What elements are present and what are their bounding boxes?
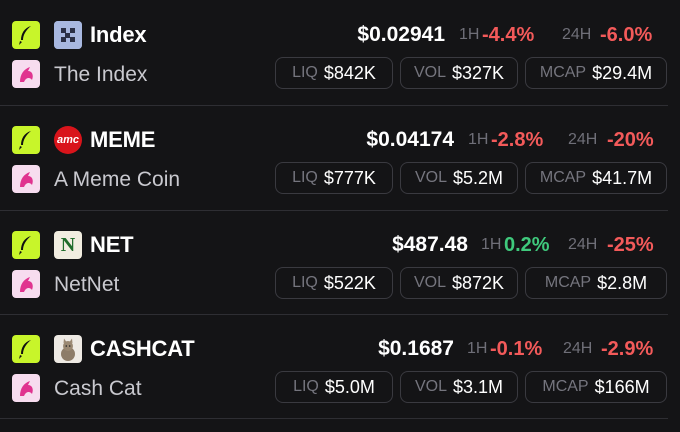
liq-value: $522K bbox=[323, 272, 376, 293]
mcap-label: MCAP bbox=[539, 64, 587, 81]
token-name: Cash Cat bbox=[54, 377, 142, 400]
24h-label: 24H bbox=[568, 131, 598, 148]
token-row[interactable]: amc MEME $0.04174 1H -2.8% 24H -20% A Me… bbox=[0, 106, 680, 210]
liq-value: $842K bbox=[323, 62, 376, 83]
vol-label: VOL bbox=[414, 378, 447, 395]
mcap-value: $2.8M bbox=[597, 272, 648, 293]
volume-pill: VOL $3.1M bbox=[400, 371, 518, 403]
token-price: $0.02941 bbox=[357, 23, 445, 46]
token-ticker: MEME bbox=[90, 127, 156, 152]
1h-label: 1H bbox=[459, 26, 480, 43]
token-ticker: CASHCAT bbox=[90, 336, 195, 361]
vol-label: VOL bbox=[414, 169, 447, 186]
mcap-value: $41.7M bbox=[592, 167, 653, 188]
quill-icon bbox=[12, 335, 40, 363]
quill-icon bbox=[12, 231, 40, 259]
amc-logo-icon: amc bbox=[54, 126, 82, 154]
liq-value: $5.0M bbox=[324, 376, 375, 397]
index-grid-logo-icon bbox=[54, 21, 82, 49]
token-name: The Index bbox=[54, 63, 148, 86]
vol-value: $3.1M bbox=[452, 376, 504, 397]
1h-label: 1H bbox=[481, 236, 502, 253]
volume-pill: VOL $5.2M bbox=[400, 162, 518, 194]
token-row[interactable]: CASHCAT $0.1687 1H -0.1% 24H -2.9% Cash … bbox=[0, 315, 680, 419]
market-cap-pill: MCAP $2.8M bbox=[525, 267, 667, 299]
24h-label: 24H bbox=[562, 26, 592, 43]
uniswap-unicorn-icon bbox=[12, 165, 40, 193]
token-name: NetNet bbox=[54, 273, 120, 296]
token-price: $0.1687 bbox=[378, 337, 454, 360]
uniswap-unicorn-icon bbox=[12, 270, 40, 298]
uniswap-unicorn-icon bbox=[12, 374, 40, 402]
liq-label: LIQ bbox=[292, 169, 318, 186]
liquidity-pill: LIQ $522K bbox=[275, 267, 393, 299]
1h-label: 1H bbox=[467, 340, 488, 357]
vol-value: $327K bbox=[451, 62, 505, 83]
liq-value: $777K bbox=[323, 167, 376, 188]
amc-logo-text: amc bbox=[56, 134, 80, 146]
market-cap-pill: MCAP $166M bbox=[525, 371, 667, 403]
vol-value: $5.2M bbox=[452, 167, 504, 188]
netnet-n-logo-icon: N bbox=[54, 231, 82, 259]
liquidity-pill: LIQ $5.0M bbox=[275, 371, 393, 403]
token-row[interactable]: Index $0.02941 1H -4.4% 24H -6.0% The In… bbox=[0, 0, 680, 104]
market-cap-pill: MCAP $29.4M bbox=[525, 57, 667, 89]
1h-change: -0.1% bbox=[490, 338, 543, 360]
24h-change: -20% bbox=[607, 129, 654, 151]
1h-change: -2.8% bbox=[491, 129, 544, 151]
quill-icon bbox=[12, 126, 40, 154]
token-price: $0.04174 bbox=[366, 128, 454, 151]
volume-pill: VOL $872K bbox=[400, 267, 518, 299]
24h-label: 24H bbox=[563, 340, 593, 357]
24h-change: -2.9% bbox=[601, 338, 654, 360]
volume-pill: VOL $327K bbox=[400, 57, 518, 89]
1h-change: -4.4% bbox=[482, 24, 535, 46]
mcap-label: MCAP bbox=[544, 274, 592, 291]
vol-label: VOL bbox=[413, 64, 446, 81]
24h-change: -25% bbox=[607, 234, 654, 256]
mcap-value: $166M bbox=[594, 376, 650, 397]
24h-change: -6.0% bbox=[600, 24, 653, 46]
market-cap-pill: MCAP $41.7M bbox=[525, 162, 667, 194]
row-divider bbox=[0, 418, 668, 419]
liq-label: LIQ bbox=[293, 378, 319, 395]
liq-label: LIQ bbox=[292, 274, 318, 291]
1h-change: 0.2% bbox=[504, 234, 550, 256]
24h-label: 24H bbox=[568, 236, 598, 253]
token-price: $487.48 bbox=[392, 233, 468, 256]
liq-label: LIQ bbox=[292, 64, 318, 81]
token-row[interactable]: N NET $487.48 1H 0.2% 24H -25% NetNet LI… bbox=[0, 211, 680, 315]
quill-icon bbox=[12, 21, 40, 49]
vol-label: VOL bbox=[413, 274, 446, 291]
uniswap-unicorn-icon bbox=[12, 60, 40, 88]
token-ticker: NET bbox=[90, 232, 134, 257]
liquidity-pill: LIQ $842K bbox=[275, 57, 393, 89]
cat-logo-icon bbox=[54, 335, 82, 363]
1h-label: 1H bbox=[468, 131, 489, 148]
token-ticker: Index bbox=[90, 22, 147, 47]
mcap-label: MCAP bbox=[539, 169, 587, 186]
liquidity-pill: LIQ $777K bbox=[275, 162, 393, 194]
mcap-label: MCAP bbox=[542, 378, 589, 395]
token-name: A Meme Coin bbox=[54, 168, 181, 191]
vol-value: $872K bbox=[451, 272, 505, 293]
mcap-value: $29.4M bbox=[592, 62, 653, 83]
netnet-logo-text: N bbox=[60, 233, 76, 256]
